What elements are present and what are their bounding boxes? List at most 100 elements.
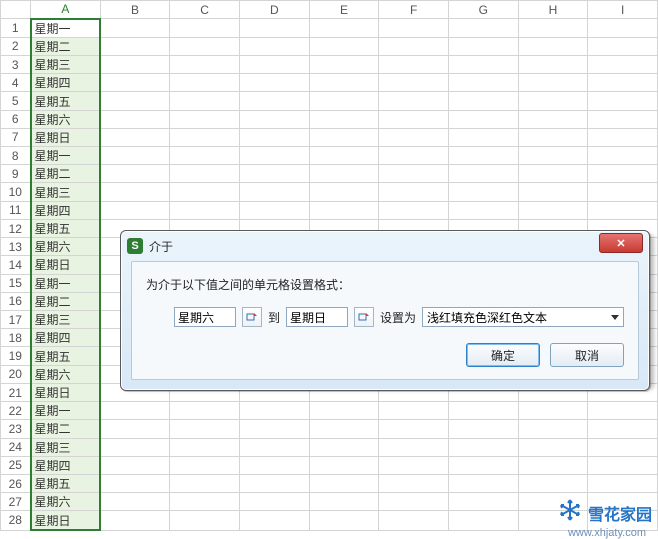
cell[interactable] xyxy=(448,456,518,474)
row-header[interactable]: 1 xyxy=(1,19,31,38)
cell[interactable] xyxy=(379,37,449,55)
cell[interactable]: 星期五 xyxy=(31,219,101,237)
row-header[interactable]: 12 xyxy=(1,219,31,237)
cell[interactable] xyxy=(379,402,449,420)
cell[interactable] xyxy=(170,110,240,128)
row-header[interactable]: 24 xyxy=(1,438,31,456)
cell[interactable] xyxy=(170,19,240,38)
cell[interactable] xyxy=(239,147,309,165)
cell[interactable] xyxy=(448,511,518,530)
column-header[interactable]: H xyxy=(518,1,588,19)
cell[interactable] xyxy=(588,402,658,420)
cell[interactable] xyxy=(448,402,518,420)
cell[interactable] xyxy=(588,74,658,92)
cell[interactable] xyxy=(100,438,170,456)
row-header[interactable]: 23 xyxy=(1,420,31,438)
cell[interactable]: 星期六 xyxy=(31,238,101,256)
row-header[interactable]: 16 xyxy=(1,292,31,310)
cell[interactable] xyxy=(170,183,240,201)
cell[interactable] xyxy=(239,128,309,146)
cell[interactable] xyxy=(309,128,379,146)
cell[interactable] xyxy=(379,420,449,438)
cell[interactable] xyxy=(239,110,309,128)
cell[interactable] xyxy=(448,201,518,219)
cell[interactable] xyxy=(448,165,518,183)
row-header[interactable]: 10 xyxy=(1,183,31,201)
row-header[interactable]: 20 xyxy=(1,365,31,383)
cell[interactable] xyxy=(379,74,449,92)
cell[interactable] xyxy=(239,92,309,110)
cell[interactable]: 星期二 xyxy=(31,420,101,438)
cell[interactable] xyxy=(379,474,449,492)
row-header[interactable]: 8 xyxy=(1,147,31,165)
cell[interactable] xyxy=(100,110,170,128)
cell[interactable] xyxy=(379,92,449,110)
cell[interactable] xyxy=(239,474,309,492)
cell[interactable] xyxy=(448,128,518,146)
row-header[interactable]: 15 xyxy=(1,274,31,292)
cell[interactable] xyxy=(518,37,588,55)
cell[interactable]: 星期四 xyxy=(31,74,101,92)
cell[interactable] xyxy=(588,438,658,456)
cell[interactable] xyxy=(170,74,240,92)
cell[interactable]: 星期六 xyxy=(31,493,101,511)
cell[interactable] xyxy=(170,420,240,438)
row-header[interactable]: 7 xyxy=(1,128,31,146)
cell[interactable]: 星期三 xyxy=(31,55,101,73)
row-header[interactable]: 3 xyxy=(1,55,31,73)
cell[interactable] xyxy=(588,37,658,55)
column-header[interactable]: F xyxy=(379,1,449,19)
cell[interactable] xyxy=(239,37,309,55)
cell[interactable] xyxy=(448,183,518,201)
cell[interactable] xyxy=(379,438,449,456)
cell[interactable] xyxy=(448,474,518,492)
cell[interactable] xyxy=(518,438,588,456)
cell[interactable] xyxy=(170,165,240,183)
cancel-button[interactable]: 取消 xyxy=(550,343,624,367)
cell[interactable] xyxy=(518,456,588,474)
cell[interactable] xyxy=(588,165,658,183)
cell[interactable] xyxy=(100,474,170,492)
cell[interactable] xyxy=(379,165,449,183)
cell[interactable]: 星期一 xyxy=(31,274,101,292)
cell[interactable] xyxy=(100,165,170,183)
cell[interactable] xyxy=(518,420,588,438)
cell[interactable]: 星期二 xyxy=(31,165,101,183)
row-header[interactable]: 13 xyxy=(1,238,31,256)
cell[interactable] xyxy=(239,19,309,38)
cell[interactable]: 星期一 xyxy=(31,402,101,420)
cell[interactable] xyxy=(239,493,309,511)
cell[interactable] xyxy=(379,110,449,128)
range-picker-to-button[interactable] xyxy=(354,307,374,327)
cell[interactable] xyxy=(309,147,379,165)
cell[interactable] xyxy=(239,201,309,219)
row-header[interactable]: 17 xyxy=(1,311,31,329)
cell[interactable] xyxy=(100,92,170,110)
cell[interactable] xyxy=(170,55,240,73)
ok-button[interactable]: 确定 xyxy=(466,343,540,367)
cell[interactable]: 星期六 xyxy=(31,365,101,383)
cell[interactable] xyxy=(309,19,379,38)
select-all-corner[interactable] xyxy=(1,1,31,19)
cell[interactable] xyxy=(239,402,309,420)
cell[interactable] xyxy=(518,19,588,38)
row-header[interactable]: 5 xyxy=(1,92,31,110)
cell[interactable] xyxy=(100,37,170,55)
cell[interactable] xyxy=(100,128,170,146)
cell[interactable] xyxy=(588,456,658,474)
column-header[interactable]: G xyxy=(448,1,518,19)
cell[interactable] xyxy=(170,201,240,219)
cell[interactable] xyxy=(379,19,449,38)
cell[interactable] xyxy=(379,493,449,511)
cell[interactable] xyxy=(518,183,588,201)
cell[interactable]: 星期三 xyxy=(31,183,101,201)
cell[interactable] xyxy=(239,511,309,530)
row-header[interactable]: 9 xyxy=(1,165,31,183)
cell[interactable]: 星期日 xyxy=(31,128,101,146)
cell[interactable] xyxy=(518,165,588,183)
cell[interactable] xyxy=(100,147,170,165)
cell[interactable] xyxy=(309,55,379,73)
cell[interactable] xyxy=(100,55,170,73)
row-header[interactable]: 11 xyxy=(1,201,31,219)
cell[interactable] xyxy=(518,110,588,128)
